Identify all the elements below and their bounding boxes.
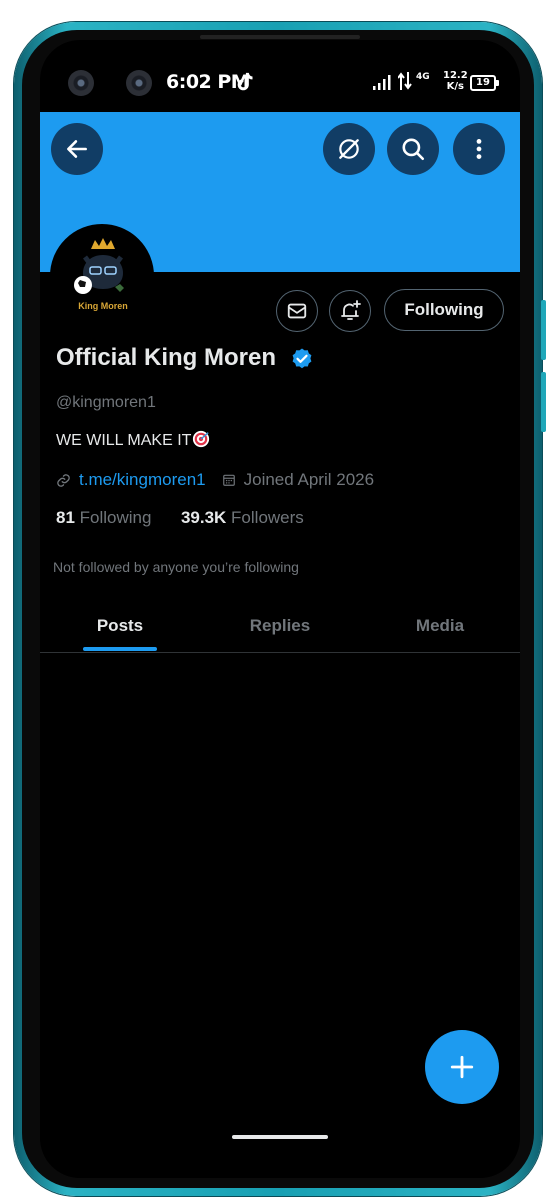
profile-tabs: Posts Replies Media xyxy=(40,600,520,653)
camera-icon xyxy=(68,70,94,96)
followers-count: 39.3K xyxy=(180,508,227,527)
avatar-label: King Moren xyxy=(78,301,128,311)
tiktok-icon xyxy=(237,72,253,91)
tab-replies[interactable]: Replies xyxy=(200,600,360,652)
link-icon xyxy=(57,473,70,487)
following-label: Following xyxy=(79,508,152,527)
search-icon xyxy=(402,138,425,161)
tab-media[interactable]: Media xyxy=(360,600,520,652)
followers-count-link[interactable]: 39.3K Followers xyxy=(176,508,304,527)
following-count: 81 xyxy=(56,508,75,527)
avatar[interactable]: King Moren xyxy=(50,224,154,328)
joined-date: Joined April 2026 xyxy=(243,470,375,489)
profile-link[interactable]: t.me/kingmoren1 xyxy=(79,470,206,490)
battery-icon: 19 xyxy=(470,75,499,91)
bio-text: WE WILL MAKE IT xyxy=(56,432,192,449)
camera-icon xyxy=(126,70,152,96)
side-button xyxy=(541,300,546,360)
battery-level: 19 xyxy=(476,77,490,88)
plus-icon xyxy=(450,1055,474,1079)
avatar-artwork xyxy=(74,238,124,294)
net-speed: 12.2 K/s xyxy=(443,70,468,92)
mail-icon xyxy=(287,303,307,319)
notify-button[interactable] xyxy=(329,290,371,332)
tab-posts[interactable]: Posts xyxy=(40,600,200,652)
home-indicator[interactable] xyxy=(232,1135,328,1139)
following-button[interactable]: Following xyxy=(384,289,504,331)
compose-post-button[interactable] xyxy=(425,1030,499,1104)
followed-by-note: Not followed by anyone you’re following xyxy=(53,559,299,575)
handle: @kingmoren1 xyxy=(56,394,156,411)
back-button[interactable] xyxy=(51,123,103,175)
side-button xyxy=(541,372,546,432)
signal-icon xyxy=(373,75,391,90)
following-count-link[interactable]: 81 Following xyxy=(56,508,156,527)
data-arrows-icon xyxy=(398,72,412,90)
back-arrow-icon xyxy=(67,140,87,158)
bio: WE WILL MAKE IT xyxy=(56,430,210,450)
display-name: Official King Moren xyxy=(56,344,277,371)
grok-button[interactable] xyxy=(323,123,375,175)
more-button[interactable] xyxy=(453,123,505,175)
bell-plus-icon xyxy=(341,300,361,320)
more-vertical-icon xyxy=(476,139,482,159)
follow-counts: 81 Following 39.3K Followers xyxy=(56,508,304,528)
grok-icon xyxy=(339,139,359,159)
verified-badge-icon xyxy=(292,348,312,369)
direct-hit-target-icon xyxy=(193,430,210,448)
net-speed-value: 12.2 xyxy=(443,70,468,81)
calendar-icon xyxy=(222,474,235,486)
speaker-grille xyxy=(200,35,360,39)
profile-meta: t.me/kingmoren1 Joined April 2026 xyxy=(56,468,374,492)
active-tab-indicator xyxy=(83,647,157,651)
status-bar: 6:02 PM 4G 12.2 K/s 19 xyxy=(40,40,520,112)
followers-label: Followers xyxy=(231,508,304,527)
message-button[interactable] xyxy=(276,290,318,332)
screen: 6:02 PM 4G 12.2 K/s 19 King Moren Follow… xyxy=(40,40,520,1178)
net-speed-unit: K/s xyxy=(446,81,465,92)
network-type: 4G xyxy=(416,72,430,82)
search-button[interactable] xyxy=(387,123,439,175)
